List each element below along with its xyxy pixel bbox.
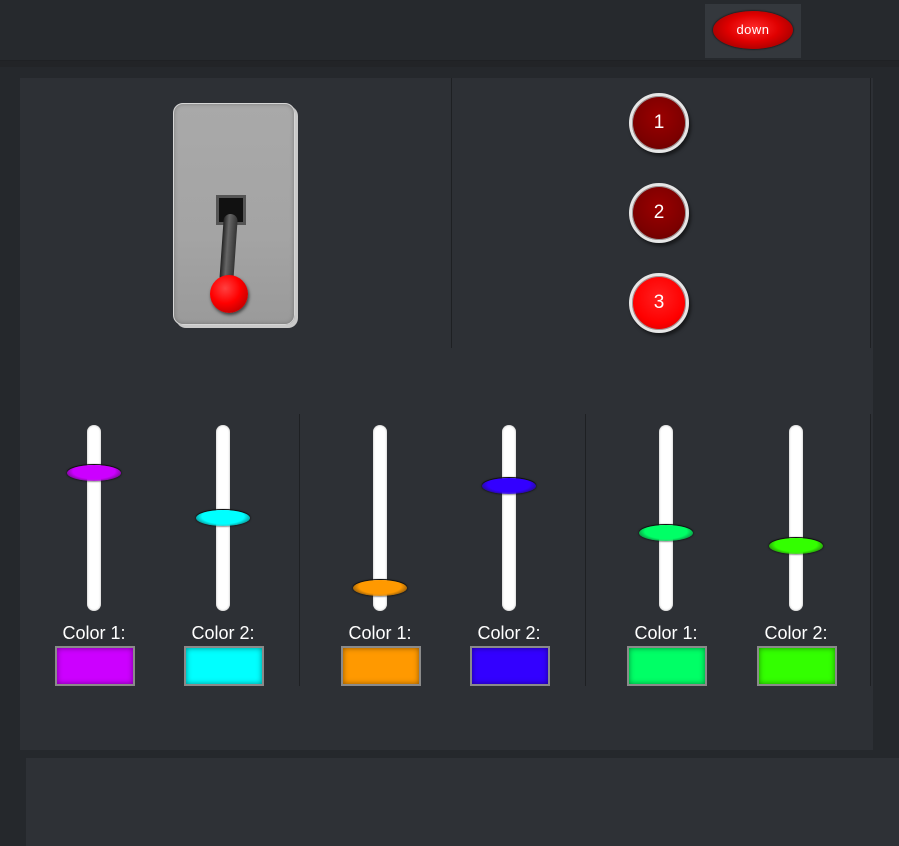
slider-thumb[interactable] xyxy=(196,510,250,526)
slider-track[interactable] xyxy=(659,425,673,611)
color-label: Color 2: xyxy=(477,623,541,643)
slider-thumb[interactable] xyxy=(67,464,121,481)
status-indicator: down xyxy=(705,4,801,58)
slider-track[interactable] xyxy=(502,425,516,611)
panel-right-divider xyxy=(870,78,871,348)
color-slider[interactable] xyxy=(350,425,410,615)
color-slider[interactable] xyxy=(479,425,539,615)
control-panel xyxy=(20,78,873,750)
slider-thumb[interactable] xyxy=(769,537,823,554)
color-slider[interactable] xyxy=(64,425,124,615)
slider-thumb[interactable] xyxy=(639,524,693,541)
round-button-2[interactable]: 2 xyxy=(629,183,689,243)
switch-knob[interactable] xyxy=(210,275,248,313)
color-swatch[interactable] xyxy=(470,646,550,686)
color-label: Color 1: xyxy=(634,623,698,643)
slider-thumb[interactable] xyxy=(482,477,536,494)
slider-thumb[interactable] xyxy=(353,579,407,596)
slider-divider-2 xyxy=(585,414,586,686)
panel-edge xyxy=(873,78,899,750)
color-slider[interactable] xyxy=(193,425,253,615)
round-button-1[interactable]: 1 xyxy=(629,93,689,153)
color-label: Color 2: xyxy=(191,623,255,643)
color-swatch[interactable] xyxy=(341,646,421,686)
color-swatch[interactable] xyxy=(757,646,837,686)
status-badge: down xyxy=(713,11,793,49)
slider-track[interactable] xyxy=(789,425,803,611)
top-divider xyxy=(0,61,899,67)
slider-divider-1 xyxy=(299,414,300,686)
top-bar: down xyxy=(0,0,899,61)
color-swatch[interactable] xyxy=(55,646,135,686)
color-label: Color 1: xyxy=(62,623,126,643)
slider-track[interactable] xyxy=(87,425,101,611)
round-button-3[interactable]: 3 xyxy=(629,273,689,333)
top-divider-vertical xyxy=(451,78,452,348)
color-swatch[interactable] xyxy=(627,646,707,686)
color-label: Color 1: xyxy=(348,623,412,643)
toggle-switch[interactable] xyxy=(173,103,295,325)
color-slider[interactable] xyxy=(766,425,826,615)
color-slider[interactable] xyxy=(636,425,696,615)
color-swatch[interactable] xyxy=(184,646,264,686)
bottom-area xyxy=(26,758,899,846)
color-label: Color 2: xyxy=(764,623,828,643)
slider-divider-right xyxy=(870,414,871,686)
